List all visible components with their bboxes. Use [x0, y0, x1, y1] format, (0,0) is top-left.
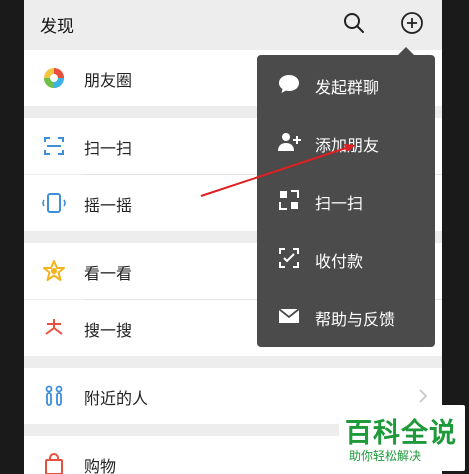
chevron-right-icon	[419, 389, 428, 403]
people-nearby-icon	[45, 385, 63, 406]
row-label: 摇一摇	[84, 196, 133, 215]
watermark-logo: 百科全说 助你轻松解决	[339, 405, 465, 471]
header-bar: 发现	[24, 0, 442, 46]
menu-caret	[398, 47, 414, 55]
row-label: 看一看	[84, 264, 133, 283]
top-stories-icon	[43, 260, 65, 281]
scan-icon	[279, 190, 299, 210]
menu-item-help-feedback[interactable]: 帮助与反馈	[257, 287, 435, 345]
add-popup-menu: 发起群聊 添加朋友 扫一扫 收付款 帮助与反馈	[257, 47, 435, 347]
row-label: 附近的人	[84, 389, 149, 408]
menu-item-label: 收付款	[315, 252, 364, 271]
row-label: 扫一扫	[84, 139, 133, 158]
menu-item-add-friend[interactable]: 添加朋友	[257, 113, 435, 171]
menu-item-label: 添加朋友	[315, 136, 380, 155]
add-friend-icon	[278, 133, 301, 151]
shopping-bag-icon	[45, 453, 63, 474]
menu-item-money[interactable]: 收付款	[257, 229, 435, 287]
chat-bubble-icon	[279, 75, 299, 93]
menu-item-label: 发起群聊	[315, 78, 380, 97]
menu-item-new-group-chat[interactable]: 发起群聊	[257, 55, 435, 113]
payment-icon	[279, 248, 299, 268]
row-label: 搜一搜	[84, 321, 133, 340]
search-star-icon	[45, 319, 63, 335]
search-icon[interactable]	[342, 11, 366, 35]
row-label: 购物	[84, 457, 117, 474]
watermark-title: 百科全说	[345, 418, 457, 449]
row-label: 朋友圈	[84, 71, 133, 90]
watermark-subtitle: 助你轻松解决	[349, 449, 422, 463]
page-title: 发现	[40, 17, 74, 37]
scan-icon	[44, 137, 64, 155]
menu-item-label: 扫一扫	[315, 194, 364, 213]
add-circle-icon[interactable]	[400, 11, 424, 35]
shake-icon	[42, 193, 66, 213]
menu-item-scan[interactable]: 扫一扫	[257, 171, 435, 229]
menu-item-label: 帮助与反馈	[315, 310, 396, 329]
mail-icon	[278, 308, 300, 323]
moments-icon	[44, 68, 64, 88]
